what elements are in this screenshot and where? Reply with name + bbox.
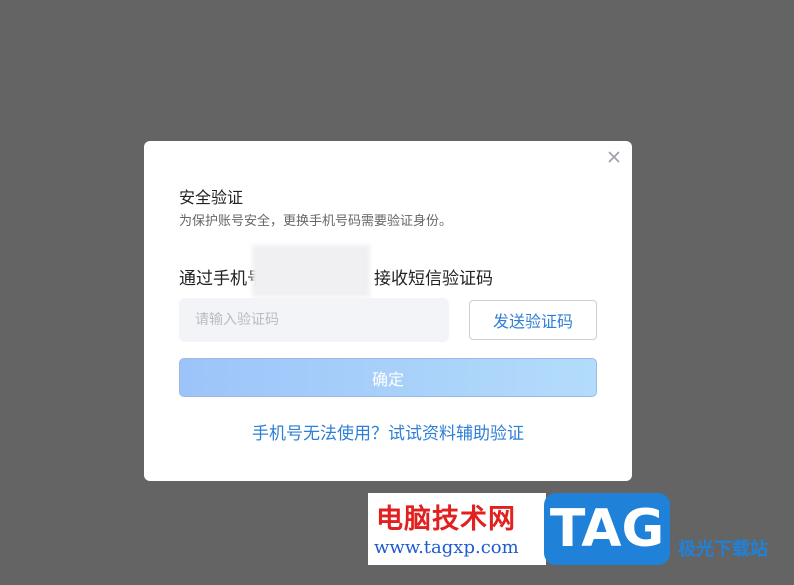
security-verification-dialog: 安全验证 为保护账号安全，更换手机号码需要验证身份。 通过手机号 接收短信验证码 … xyxy=(144,141,632,481)
phone-suffix-text: 接收短信验证码 xyxy=(374,269,493,289)
verification-code-input[interactable] xyxy=(179,298,449,342)
confirm-button[interactable]: 确定 xyxy=(179,358,597,397)
send-code-button[interactable]: 发送验证码 xyxy=(469,300,597,340)
masked-phone-number xyxy=(252,245,370,297)
dialog-title: 安全验证 xyxy=(179,188,244,207)
alternative-verification-link[interactable]: 手机号无法使用？试试资料辅助验证 xyxy=(144,419,632,444)
phone-verification-line: 通过手机号 接收短信验证码 xyxy=(179,245,493,297)
watermark-url: www.tagxp.com xyxy=(374,537,519,558)
close-icon[interactable] xyxy=(606,149,622,165)
watermark-cn-text: 电脑技术网 xyxy=(376,504,516,535)
watermark-tag-logo: TAG xyxy=(544,493,670,565)
dialog-subtitle: 为保护账号安全，更换手机号码需要验证身份。 xyxy=(179,214,453,229)
watermark-side-text: 极光下载站 xyxy=(678,539,768,560)
watermark-box: 电脑技术网 www.tagxp.com xyxy=(368,493,546,565)
watermark: 电脑技术网 www.tagxp.com TAG 极光下载站 xyxy=(368,493,792,583)
